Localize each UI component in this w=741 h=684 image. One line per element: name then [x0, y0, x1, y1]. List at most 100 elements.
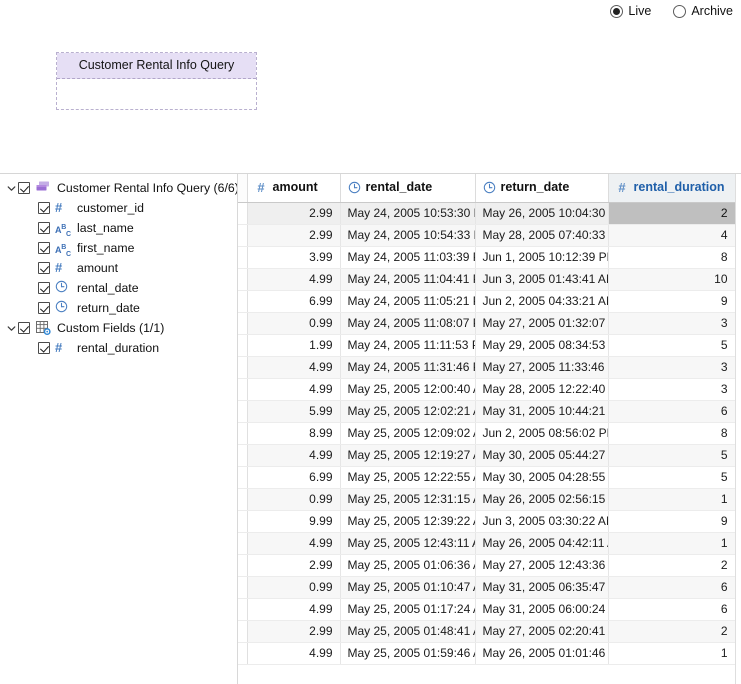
table-row[interactable]: 2.99 May 25, 2005 01:06:36 A May 27, 2005 … [238, 554, 736, 577]
cell-rental-duration[interactable]: 3 [608, 378, 736, 401]
cell-return-date[interactable]: May 29, 2005 08:34:53 P [475, 334, 609, 357]
cell-amount[interactable]: 4.99 [247, 378, 341, 401]
dataset-mode-radio-group[interactable]: Live Archive [610, 5, 733, 18]
tree-node-checkbox[interactable] [38, 302, 50, 314]
table-row[interactable]: 3.99 May 24, 2005 11:03:39 P Jun 1, 2005 1… [238, 246, 736, 269]
row-gutter-cell[interactable] [238, 598, 248, 621]
table-row[interactable]: 9.99 May 25, 2005 12:39:22 A Jun 3, 2005 0… [238, 510, 736, 533]
tree-node-return-date[interactable]: return_date [0, 298, 237, 318]
tree-node-customer-rental-info-query-6-6[interactable]: Customer Rental Info Query (6/6) [0, 178, 237, 198]
cell-rental-date[interactable]: May 25, 2005 12:19:27 A [340, 444, 476, 467]
cell-amount[interactable]: 6.99 [247, 290, 341, 313]
row-gutter-cell[interactable] [238, 642, 248, 665]
cell-rental-duration[interactable]: 6 [608, 576, 736, 599]
table-row[interactable]: 1.99 May 24, 2005 11:11:53 P May 29, 2005 … [238, 334, 736, 357]
cell-rental-date[interactable]: May 25, 2005 12:22:55 A [340, 466, 476, 489]
tree-node-rental-date[interactable]: rental_date [0, 278, 237, 298]
cell-amount[interactable]: 4.99 [247, 444, 341, 467]
cell-rental-duration[interactable]: 2 [608, 202, 736, 225]
row-gutter-cell[interactable] [238, 312, 248, 335]
cell-amount[interactable]: 9.99 [247, 510, 341, 533]
cell-return-date[interactable]: May 26, 2005 04:42:11 A [475, 532, 609, 555]
column-header-return-date[interactable]: return_date [475, 174, 609, 203]
row-gutter-cell[interactable] [238, 334, 248, 357]
cell-return-date[interactable]: May 27, 2005 02:20:41 A [475, 620, 609, 643]
cell-rental-date[interactable]: May 25, 2005 01:17:24 A [340, 598, 476, 621]
cell-rental-duration[interactable]: 1 [608, 532, 736, 555]
cell-rental-date[interactable]: May 25, 2005 12:43:11 A [340, 532, 476, 555]
cell-rental-date[interactable]: May 25, 2005 01:06:36 A [340, 554, 476, 577]
cell-rental-date[interactable]: May 24, 2005 10:54:33 P [340, 224, 476, 247]
cell-amount[interactable]: 4.99 [247, 356, 341, 379]
cell-rental-date[interactable]: May 24, 2005 11:11:53 P [340, 334, 476, 357]
cell-rental-duration[interactable]: 2 [608, 554, 736, 577]
cell-amount[interactable]: 0.99 [247, 576, 341, 599]
cell-return-date[interactable]: May 28, 2005 12:22:40 A [475, 378, 609, 401]
cell-rental-duration[interactable]: 3 [608, 312, 736, 335]
cell-amount[interactable]: 6.99 [247, 466, 341, 489]
cell-return-date[interactable]: May 26, 2005 02:56:15 A [475, 488, 609, 511]
tree-node-checkbox[interactable] [38, 342, 50, 354]
table-row[interactable]: 4.99 May 25, 2005 01:17:24 A May 31, 2005 … [238, 598, 736, 621]
cell-return-date[interactable]: Jun 3, 2005 01:43:41 AM [475, 268, 609, 291]
row-gutter-cell[interactable] [238, 620, 248, 643]
cell-return-date[interactable]: May 31, 2005 06:35:47 A [475, 576, 609, 599]
chevron-down-icon[interactable] [4, 184, 18, 193]
cell-rental-date[interactable]: May 25, 2005 01:59:46 A [340, 642, 476, 665]
cell-rental-duration[interactable]: 10 [608, 268, 736, 291]
table-row[interactable]: 5.99 May 25, 2005 12:02:21 A May 31, 2005 … [238, 400, 736, 423]
cell-rental-duration[interactable]: 5 [608, 334, 736, 357]
cell-rental-duration[interactable]: 1 [608, 488, 736, 511]
cell-amount[interactable]: 4.99 [247, 268, 341, 291]
cell-rental-duration[interactable]: 8 [608, 422, 736, 445]
cell-return-date[interactable]: May 30, 2005 05:44:27 A [475, 444, 609, 467]
query-node-body[interactable] [57, 79, 256, 109]
cell-return-date[interactable]: Jun 1, 2005 10:12:39 PM [475, 246, 609, 269]
tree-node-checkbox[interactable] [38, 202, 50, 214]
chevron-down-icon[interactable] [4, 324, 18, 333]
row-gutter-cell[interactable] [238, 576, 248, 599]
cell-return-date[interactable]: May 27, 2005 11:33:46 P [475, 356, 609, 379]
tree-node-amount[interactable]: # amount [0, 258, 237, 278]
cell-rental-duration[interactable]: 9 [608, 290, 736, 313]
radio-unselected-icon[interactable] [673, 5, 687, 18]
cell-amount[interactable]: 4.99 [247, 642, 341, 665]
cell-return-date[interactable]: Jun 2, 2005 04:33:21 AM [475, 290, 609, 313]
cell-rental-date[interactable]: May 24, 2005 11:05:21 P [340, 290, 476, 313]
cell-amount[interactable]: 1.99 [247, 334, 341, 357]
cell-amount[interactable]: 3.99 [247, 246, 341, 269]
cell-amount[interactable]: 0.99 [247, 488, 341, 511]
table-row[interactable]: 4.99 May 25, 2005 12:43:11 A May 26, 2005 … [238, 532, 736, 555]
table-row[interactable]: 0.99 May 25, 2005 12:31:15 A May 26, 2005 … [238, 488, 736, 511]
table-row[interactable]: 2.99 May 25, 2005 01:48:41 A May 27, 2005 … [238, 620, 736, 643]
row-gutter-cell[interactable] [238, 422, 248, 445]
cell-rental-date[interactable]: May 24, 2005 11:03:39 P [340, 246, 476, 269]
cell-rental-date[interactable]: May 24, 2005 11:04:41 P [340, 268, 476, 291]
row-gutter-cell[interactable] [238, 466, 248, 489]
column-header-rental-duration[interactable]: # rental_duration [608, 174, 736, 203]
tree-node-checkbox[interactable] [38, 262, 50, 274]
cell-amount[interactable]: 5.99 [247, 400, 341, 423]
row-gutter-cell[interactable] [238, 202, 248, 225]
table-row[interactable]: 4.99 May 24, 2005 11:31:46 P May 27, 2005 … [238, 356, 736, 379]
table-row[interactable]: 6.99 May 24, 2005 11:05:21 P Jun 2, 2005 0… [238, 290, 736, 313]
cell-return-date[interactable]: May 27, 2005 12:43:36 A [475, 554, 609, 577]
tree-node-rental-duration[interactable]: # rental_duration [0, 338, 237, 358]
cell-rental-duration[interactable]: 2 [608, 620, 736, 643]
radio-option-archive[interactable]: Archive [673, 5, 733, 18]
cell-return-date[interactable]: May 31, 2005 10:44:21 P [475, 400, 609, 423]
cell-amount[interactable]: 8.99 [247, 422, 341, 445]
cell-rental-duration[interactable]: 3 [608, 356, 736, 379]
row-gutter-cell[interactable] [238, 444, 248, 467]
cell-rental-date[interactable]: May 25, 2005 01:48:41 A [340, 620, 476, 643]
cell-rental-date[interactable]: May 25, 2005 12:09:02 A [340, 422, 476, 445]
row-gutter-cell[interactable] [238, 268, 248, 291]
table-row[interactable]: 2.99 May 24, 2005 10:54:33 P May 28, 2005 … [238, 224, 736, 247]
cell-return-date[interactable]: May 31, 2005 06:00:24 A [475, 598, 609, 621]
table-row[interactable]: 4.99 May 25, 2005 12:00:40 A May 28, 2005 … [238, 378, 736, 401]
tree-node-first-name[interactable]: ABC first_name [0, 238, 237, 258]
cell-rental-duration[interactable]: 6 [608, 598, 736, 621]
result-grid-body[interactable]: 2.99 May 24, 2005 10:53:30 P May 26, 2005 … [238, 202, 736, 665]
row-gutter-cell[interactable] [238, 246, 248, 269]
table-row[interactable]: 2.99 May 24, 2005 10:53:30 P May 26, 2005 … [238, 202, 736, 225]
